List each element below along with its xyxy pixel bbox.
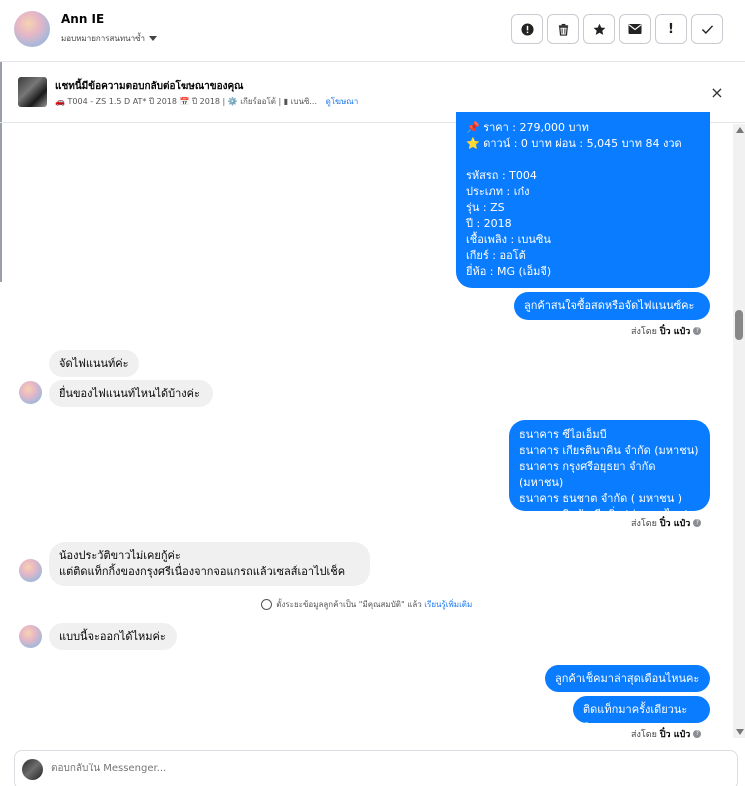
incoming-message: แบบนี้จะออกได้ไหมค่ะ <box>49 623 177 650</box>
header-actions: ! <box>511 14 723 44</box>
outgoing-message-bank-list: ธนาคาร ซีไอเอ็มบี ธนาคาร เกียรตินาคิน จำ… <box>509 420 710 521</box>
mark-spam-button[interactable] <box>511 14 543 44</box>
contact-avatar-small[interactable] <box>19 625 42 648</box>
sent-by-label: ส่งโดย ปิ๋ว แป๋ว ? <box>631 727 702 741</box>
page-avatar <box>22 759 43 780</box>
chevron-down-icon <box>149 36 158 41</box>
trash-icon <box>558 23 568 36</box>
scrollbar-thumb[interactable] <box>735 310 743 340</box>
star-icon <box>593 23 605 35</box>
incoming-message: จัดไฟแนนท์ค่ะ <box>49 350 139 377</box>
outgoing-message: ลูกค้าสนใจซื้อสดหรือจัดไฟแนนซ์คะ <box>514 292 710 320</box>
lead-status-icon <box>260 599 272 610</box>
ad-details: 🚗 T004 - ZS 1.5 D AT* ปี 2018 📅 ปี 2018 … <box>55 97 318 106</box>
reply-input[interactable] <box>51 763 651 774</box>
star-button[interactable] <box>583 14 615 44</box>
scroll-down-arrow-icon[interactable] <box>736 729 744 735</box>
alert-circle-icon <box>520 22 534 36</box>
contact-avatar-small[interactable] <box>19 381 42 404</box>
mark-done-button[interactable] <box>691 14 723 44</box>
sent-by-prefix: ส่งโดย <box>631 327 657 337</box>
info-icon[interactable]: ? <box>693 730 702 738</box>
view-ad-link[interactable]: ดูโฆษณา <box>326 97 359 106</box>
check-icon <box>701 24 713 34</box>
delete-button[interactable] <box>547 14 579 44</box>
outgoing-message-car-details: 📌 ราคา : 279,000 บาท ⭐ ดาวน์ : 0 บาท ผ่อ… <box>456 112 710 288</box>
reply-composer <box>14 750 738 786</box>
messenger-conversation: Ann IE มอบหมายการสนทนาซ้ำ ! แชทนี้มีข้อค… <box>0 0 745 786</box>
sent-by-name: ปิ๋ว แป๋ว <box>659 519 691 529</box>
exclamation-icon: ! <box>668 21 674 37</box>
sent-by-label: ส่งโดย ปิ๋ว แป๋ว ? <box>631 324 702 338</box>
learn-more-link[interactable]: เรียนรู้เพิ่มเติม <box>424 600 472 609</box>
sent-by-name: ปิ๋ว แป๋ว <box>659 327 691 337</box>
contact-avatar[interactable] <box>14 11 50 47</box>
ad-banner-title: แชทนี้มีข้อความตอบกลับต่อโฆษณาของคุณ <box>55 81 244 92</box>
sent-by-name: ปิ๋ว แป๋ว <box>659 730 691 740</box>
outgoing-message: ติดแท็กมาครั้งเดียวนะคะ <box>573 696 710 732</box>
mark-unread-button[interactable] <box>619 14 651 44</box>
conversation-header: Ann IE มอบหมายการสนทนาซ้ำ ! <box>0 0 745 62</box>
system-notice-text: ตั้งระยะข้อมูลลูกค้าเป็น "มีคุณสมบัติ" แ… <box>276 600 422 609</box>
follow-up-button[interactable]: ! <box>655 14 687 44</box>
incoming-message: น้องประวัติขาวไม่เคยกู้ค่ะ แต่ติดแท็กกิ้… <box>49 542 370 586</box>
system-notice: ตั้งระยะข้อมูลลูกค้าเป็น "มีคุณสมบัติ" แ… <box>0 598 733 611</box>
assign-dropdown[interactable]: มอบหมายการสนทนาซ้ำ <box>61 32 158 45</box>
ad-banner-subtitle: 🚗 T004 - ZS 1.5 D AT* ปี 2018 📅 ปี 2018 … <box>55 95 358 108</box>
info-icon[interactable]: ? <box>693 327 702 335</box>
scroll-up-arrow-icon[interactable] <box>736 127 744 133</box>
outgoing-message: ลูกค้าเช็คมาล่าสุดเดือนไหนคะ <box>545 665 710 692</box>
sent-by-label: ส่งโดย ปิ๋ว แป๋ว ? <box>631 516 702 530</box>
close-icon[interactable]: × <box>707 83 727 103</box>
ad-thumbnail[interactable] <box>18 77 47 107</box>
envelope-icon <box>628 24 642 34</box>
assign-label: มอบหมายการสนทนาซ้ำ <box>61 34 146 43</box>
scrollbar-track[interactable] <box>733 124 745 738</box>
sent-by-prefix: ส่งโดย <box>631 519 657 529</box>
contact-avatar-small[interactable] <box>19 559 42 582</box>
incoming-message: ยื่นของไฟแนนท์ไหนได้บ้างค่ะ <box>49 380 213 407</box>
info-icon[interactable]: ? <box>693 519 702 527</box>
sent-by-prefix: ส่งโดย <box>631 730 657 740</box>
contact-name[interactable]: Ann IE <box>61 12 104 26</box>
